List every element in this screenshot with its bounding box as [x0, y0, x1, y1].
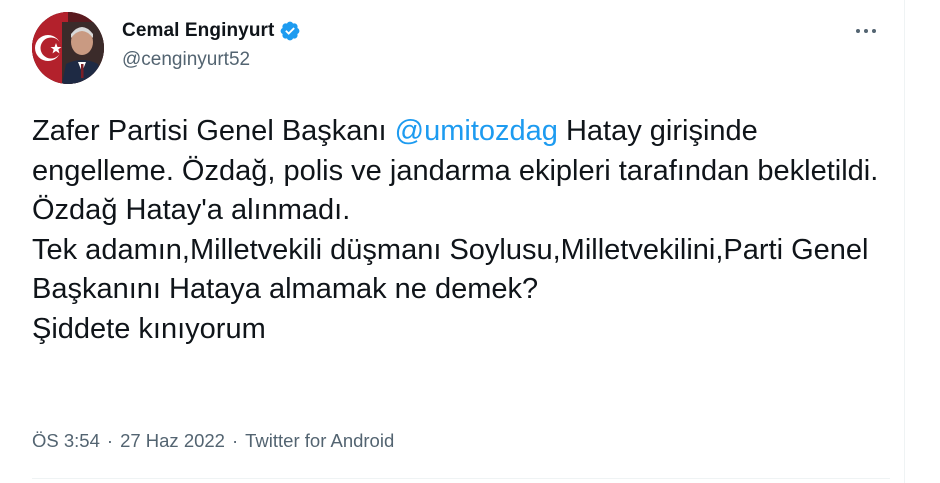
author-display-name[interactable]: Cemal Enginyurt: [122, 20, 274, 42]
avatar-image: [32, 12, 104, 84]
tweet-text-before: Zafer Partisi Genel Başkanı: [32, 115, 395, 147]
mention-link[interactable]: @umitozdag: [395, 115, 558, 147]
meta-separator: ·: [231, 430, 239, 451]
author-handle[interactable]: @cenginyurt52: [122, 49, 250, 71]
divider: [32, 478, 890, 479]
more-options-button[interactable]: [846, 16, 886, 46]
verified-badge-icon: [279, 20, 301, 42]
tweet-meta: ÖS 3:54 · 27 Haz 2022 · Twitter for Andr…: [32, 430, 394, 452]
avatar[interactable]: [32, 12, 104, 84]
tweet-card: Cemal Enginyurt @cenginyurt52 Zafer Part…: [0, 0, 905, 483]
author-name-row[interactable]: Cemal Enginyurt: [122, 18, 301, 44]
tweet-text-after: Hatay girişinde engelleme. Özdağ, polis …: [32, 115, 879, 345]
tweet-source[interactable]: Twitter for Android: [245, 430, 394, 452]
meta-separator: ·: [106, 430, 114, 451]
more-horizontal-icon: [856, 29, 860, 33]
tweet-date[interactable]: 27 Haz 2022: [120, 430, 225, 452]
tweet-time[interactable]: ÖS 3:54: [32, 430, 100, 452]
tweet-text: Zafer Partisi Genel Başkanı @umitozdag H…: [32, 112, 892, 349]
